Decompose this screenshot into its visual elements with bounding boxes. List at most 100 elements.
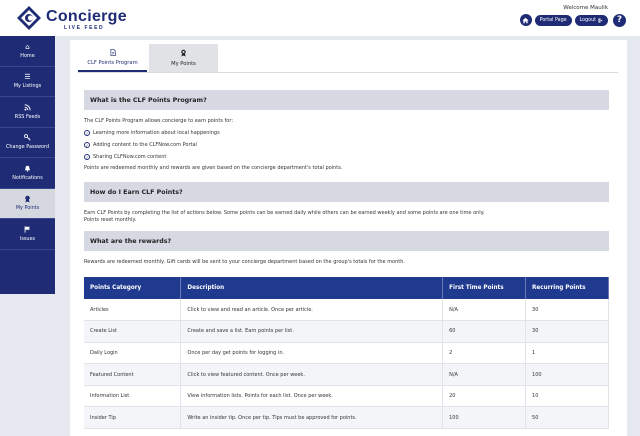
list-item: ✓ Sharing CLFNow.com content bbox=[84, 151, 609, 163]
column-header: Points Category bbox=[84, 277, 182, 299]
award-icon bbox=[24, 195, 31, 203]
section1-footer: Points are redeemed monthly and rewards … bbox=[84, 165, 343, 171]
check-circle-icon: ✓ bbox=[84, 154, 90, 160]
tab-my-points[interactable]: My Points bbox=[149, 44, 218, 72]
check-circle-icon: ✓ bbox=[84, 142, 90, 148]
table-cell: Once per day get points for logging in. bbox=[180, 342, 444, 365]
list-item: ✓ Learning more information about local … bbox=[84, 127, 609, 139]
sidebar-item-label: Home bbox=[20, 52, 35, 59]
sidebar-item-label: My Listings bbox=[13, 83, 42, 90]
table-row: Insider Tip Write an insider tip. Once p… bbox=[84, 406, 609, 430]
table-cell: 1 bbox=[525, 342, 609, 365]
tab-divider bbox=[78, 72, 618, 73]
logout-label: Logout bbox=[579, 17, 596, 23]
sidebar: ⌂ Home ☰ My Listings RSS Feeds Change Pa… bbox=[0, 36, 55, 294]
rss-icon bbox=[24, 104, 31, 112]
section2-reset-text: Points reset monthly. bbox=[84, 217, 137, 223]
header-actions: Portal Page Logout ? bbox=[519, 13, 626, 27]
section3-text: Rewards are redeemed monthly. Gift cards… bbox=[84, 259, 406, 265]
tab-bar: CLF Points Program My Points bbox=[78, 44, 218, 72]
key-icon bbox=[24, 134, 31, 142]
section-title-how-earn: How do I Earn CLF Points? bbox=[84, 182, 609, 202]
table-cell: Create and save a list. Earn points per … bbox=[180, 320, 444, 343]
tab-label: My Points bbox=[171, 61, 196, 67]
table-cell: 10 bbox=[525, 385, 609, 408]
table-cell: View information lists. Points for each … bbox=[180, 385, 444, 408]
table-cell: 100 bbox=[525, 363, 609, 386]
logout-button[interactable]: Logout bbox=[574, 14, 608, 26]
table-row: Daily Login Once per day get points for … bbox=[84, 342, 609, 365]
column-header: Recurring Points bbox=[525, 277, 609, 299]
table-cell: 100 bbox=[442, 406, 527, 430]
document-icon bbox=[110, 48, 116, 58]
sidebar-item-my-listings[interactable]: ☰ My Listings bbox=[0, 67, 55, 97]
sidebar-item-notifications[interactable]: Notifications bbox=[0, 158, 55, 189]
sidebar-item-label: Change Password bbox=[5, 144, 50, 151]
table-cell: 2 bbox=[442, 342, 527, 365]
table-row: Create List Create and save a list. Earn… bbox=[84, 320, 609, 343]
column-header: Description bbox=[180, 277, 444, 299]
tab-clf-points-program[interactable]: CLF Points Program bbox=[78, 44, 147, 72]
table-cell: 50 bbox=[525, 406, 609, 430]
table-row: Information List View information lists.… bbox=[84, 385, 609, 408]
table-cell: 30 bbox=[525, 299, 609, 322]
home-icon: ⌂ bbox=[25, 42, 30, 51]
concierge-logo-icon[interactable] bbox=[16, 5, 42, 31]
sidebar-item-label: Notifications bbox=[12, 174, 43, 181]
table-cell: Daily Login bbox=[84, 342, 182, 365]
list-item-text: Learning more information about local ha… bbox=[93, 130, 220, 136]
table-row: Featured Content Click to view featured … bbox=[84, 363, 609, 386]
list-item-text: Adding content to the CLFNow.com Portal bbox=[93, 142, 197, 148]
table-cell: Click to view featured content. Once per… bbox=[180, 363, 444, 386]
award-icon bbox=[180, 49, 187, 59]
flag-icon bbox=[24, 226, 31, 234]
table-cell: Click to view and read an article. Once … bbox=[180, 299, 444, 322]
checklist: ✓ Learning more information about local … bbox=[84, 127, 609, 163]
tab-label: CLF Points Program bbox=[87, 59, 138, 66]
list-item-text: Sharing CLFNow.com content bbox=[93, 154, 167, 160]
column-header: First Time Points bbox=[442, 277, 527, 299]
home-icon bbox=[522, 17, 529, 23]
section1-intro: The CLF Points Program allows concierge … bbox=[84, 118, 234, 124]
check-circle-icon: ✓ bbox=[84, 130, 90, 136]
list-item: ✓ Adding content to the CLFNow.com Porta… bbox=[84, 139, 609, 151]
bell-icon bbox=[24, 165, 31, 173]
brand-subtitle: LIVE FEED bbox=[64, 25, 105, 31]
sidebar-item-home[interactable]: ⌂ Home bbox=[0, 36, 55, 67]
sidebar-item-label: RSS Feeds bbox=[14, 113, 41, 120]
portal-page-label: Portal Page bbox=[539, 17, 567, 23]
brand-name[interactable]: Concierge bbox=[46, 8, 127, 26]
table-header-row: Points Category Description First Time P… bbox=[84, 277, 609, 299]
table-cell: Information List bbox=[84, 385, 182, 408]
sidebar-item-my-points[interactable]: My Points bbox=[0, 188, 55, 219]
sidebar-item-change-password[interactable]: Change Password bbox=[0, 128, 55, 158]
welcome-text: Welcome Maulik bbox=[563, 5, 608, 11]
section-title-what-is: What is the CLF Points Program? bbox=[84, 90, 609, 110]
table-cell: 20 bbox=[442, 385, 527, 408]
section2-text: Earn CLF Points by completing the list o… bbox=[84, 210, 485, 216]
sidebar-item-rss-feeds[interactable]: RSS Feeds bbox=[0, 97, 55, 128]
table-cell: Write an insider tip. Once per tip. Tips… bbox=[180, 406, 444, 430]
main-panel: CLF Points Program My Points What is the… bbox=[70, 40, 627, 436]
table-cell: Insider Tip bbox=[84, 406, 182, 430]
table-cell: Create List bbox=[84, 320, 182, 343]
table-cell: 60 bbox=[442, 320, 527, 343]
sidebar-item-issues[interactable]: Issues bbox=[0, 219, 55, 250]
home-button[interactable] bbox=[519, 14, 532, 26]
table-cell: N/A bbox=[442, 299, 527, 322]
sidebar-item-label: My Points bbox=[15, 205, 40, 212]
top-header: Concierge LIVE FEED Welcome Maulik Porta… bbox=[0, 0, 640, 36]
list-icon: ☰ bbox=[24, 73, 31, 82]
help-button[interactable]: ? bbox=[613, 13, 626, 27]
table-cell: N/A bbox=[442, 363, 527, 386]
points-table: Points Category Description First Time P… bbox=[84, 277, 609, 430]
logout-icon bbox=[598, 18, 603, 22]
help-icon: ? bbox=[616, 15, 623, 25]
points-program-content: What is the CLF Points Program? The CLF … bbox=[84, 90, 609, 430]
table-cell: Articles bbox=[84, 299, 182, 322]
table-cell: Featured Content bbox=[84, 363, 182, 386]
table-cell: 30 bbox=[525, 320, 609, 343]
sidebar-item-label: Issues bbox=[19, 235, 36, 242]
section-title-rewards: What are the rewards? bbox=[84, 231, 609, 251]
portal-page-button[interactable]: Portal Page bbox=[534, 14, 572, 26]
